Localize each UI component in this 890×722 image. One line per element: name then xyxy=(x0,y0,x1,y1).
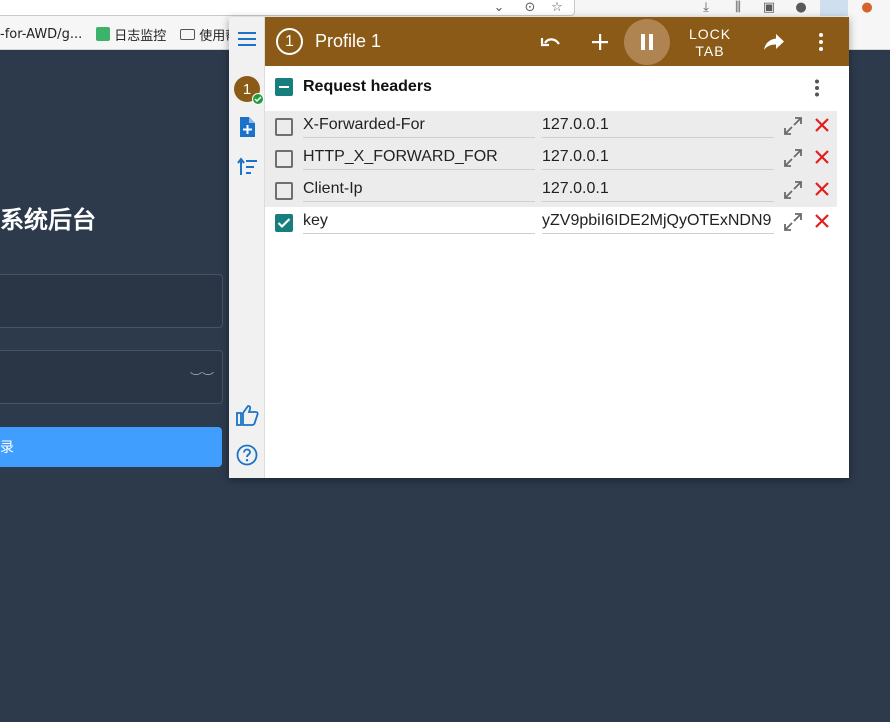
expand-icon xyxy=(784,181,802,199)
share-button[interactable] xyxy=(759,22,789,62)
expand-icon xyxy=(784,117,802,135)
bookmark-label: 日志监控 xyxy=(114,28,167,44)
undo-button[interactable] xyxy=(536,22,566,62)
sidebar-toggle-icon[interactable]: ▣ xyxy=(760,0,778,15)
account-icon[interactable]: ● xyxy=(792,0,810,15)
header-row: X-Forwarded-For 127.0.0.1 xyxy=(265,111,837,143)
hide-password-icon[interactable]: ︶︶ xyxy=(190,369,214,386)
bookmark-item[interactable]: 日志监控 xyxy=(96,25,166,44)
address-bar[interactable] xyxy=(0,0,575,16)
header-enable-checkbox[interactable] xyxy=(275,118,293,136)
help-button[interactable] xyxy=(229,437,265,473)
login-button[interactable]: 录 xyxy=(0,427,222,467)
header-list: X-Forwarded-For 127.0.0.1 HTTP_X_FORWARD… xyxy=(265,111,849,239)
add-profile-button[interactable] xyxy=(229,109,265,145)
remove-icon xyxy=(815,214,829,228)
remove-icon xyxy=(815,150,829,164)
profile-avatar-number: 1 xyxy=(242,80,252,98)
lock-tab-label-2: TAB xyxy=(695,43,725,59)
profile-badge[interactable]: 1 xyxy=(276,28,303,55)
remove-icon xyxy=(815,118,829,132)
extension-button-active[interactable] xyxy=(820,0,848,16)
header-name-input[interactable]: X-Forwarded-For xyxy=(303,116,535,138)
bookmark-label: -for-AWD/g... xyxy=(0,26,83,42)
header-name-input[interactable]: Client-Ip xyxy=(303,180,535,202)
help-icon xyxy=(236,444,258,466)
modheader-popup: 1 1 Profile 1 LOCK TAB Request headers X… xyxy=(229,17,849,478)
header-row: Client-Ip 127.0.0.1 xyxy=(265,175,837,207)
rate-button[interactable] xyxy=(229,397,265,433)
header-row: HTTP_X_FORWARD_FOR 127.0.0.1 xyxy=(265,143,837,175)
remove-header-button[interactable] xyxy=(811,178,833,200)
check-icon xyxy=(252,93,264,105)
remove-header-button[interactable] xyxy=(811,210,833,232)
profile-switch-button[interactable]: 1 xyxy=(229,71,265,107)
lock-tab-button[interactable]: LOCK TAB xyxy=(680,26,740,60)
more-button[interactable] xyxy=(809,22,833,62)
add-header-button[interactable] xyxy=(585,22,615,62)
remove-icon xyxy=(815,182,829,196)
sidebar: 1 xyxy=(229,17,265,478)
page-title: 系统后台 xyxy=(0,206,96,234)
header-row: key yZV9pbiI6IDE2MjQyOTExNDN9 xyxy=(265,207,837,239)
add-icon xyxy=(592,34,608,50)
expand-icon xyxy=(784,213,802,231)
star-icon[interactable]: ☆ xyxy=(548,0,566,15)
password-input[interactable]: ︶︶ xyxy=(0,350,223,404)
header-enable-checkbox[interactable] xyxy=(275,150,293,168)
section-more-button[interactable] xyxy=(805,76,829,100)
profile-badge-number: 1 xyxy=(285,32,294,50)
toggle-all-checkbox[interactable] xyxy=(275,78,293,96)
share-icon xyxy=(764,34,784,50)
expand-button[interactable] xyxy=(782,179,804,201)
pause-icon xyxy=(641,34,653,50)
header-name-input[interactable]: HTTP_X_FORWARD_FOR xyxy=(303,148,535,170)
expand-button[interactable] xyxy=(782,115,804,137)
header-value-input[interactable]: 127.0.0.1 xyxy=(542,180,774,202)
more-vert-icon xyxy=(815,79,819,97)
library-icon[interactable]: ⫼ xyxy=(729,0,747,15)
request-headers-section: Request headers xyxy=(265,66,849,108)
download-icon[interactable]: ⤓ xyxy=(697,0,715,15)
header-enable-checkbox[interactable] xyxy=(275,182,293,200)
lock-tab-label-1: LOCK xyxy=(688,26,732,42)
pocket-icon[interactable]: ⊙ xyxy=(521,0,539,15)
header-name-input[interactable]: key xyxy=(303,212,535,234)
sort-icon xyxy=(237,157,257,175)
chevron-down-icon[interactable]: ⌄ xyxy=(492,0,506,15)
profile-title[interactable]: Profile 1 xyxy=(315,31,381,52)
menu-button[interactable] xyxy=(229,21,265,57)
bookmarks-bar: -for-AWD/g... 日志监控 使用帮助 xyxy=(0,22,251,46)
username-input[interactable] xyxy=(0,274,223,328)
sort-button[interactable] xyxy=(229,149,265,185)
add-file-icon xyxy=(240,117,255,137)
header-value-input[interactable]: 127.0.0.1 xyxy=(542,116,774,138)
section-title: Request headers xyxy=(303,78,432,95)
header-enable-checkbox[interactable] xyxy=(275,214,293,232)
check-icon xyxy=(277,218,291,229)
bookmark-item[interactable]: -for-AWD/g... xyxy=(0,27,82,42)
expand-button[interactable] xyxy=(782,147,804,169)
header-value-input[interactable]: yZV9pbiI6IDE2MjQyOTExNDN9 xyxy=(542,212,774,234)
pause-button[interactable] xyxy=(624,19,670,65)
more-vert-icon xyxy=(819,33,823,51)
undo-icon xyxy=(540,38,560,47)
favicon-icon xyxy=(96,27,111,41)
header-value-input[interactable]: 127.0.0.1 xyxy=(542,148,774,170)
expand-button[interactable] xyxy=(782,211,804,233)
thumbs-up-icon xyxy=(236,405,259,426)
profile-toolbar: 1 Profile 1 LOCK TAB xyxy=(265,17,849,66)
folder-icon xyxy=(180,28,196,40)
menu-icon xyxy=(238,32,256,46)
remove-header-button[interactable] xyxy=(811,146,833,168)
remove-header-button[interactable] xyxy=(811,114,833,136)
profile-avatar-icon: 1 xyxy=(234,76,264,105)
expand-icon xyxy=(784,149,802,167)
extension-icon[interactable]: ● xyxy=(858,0,876,15)
